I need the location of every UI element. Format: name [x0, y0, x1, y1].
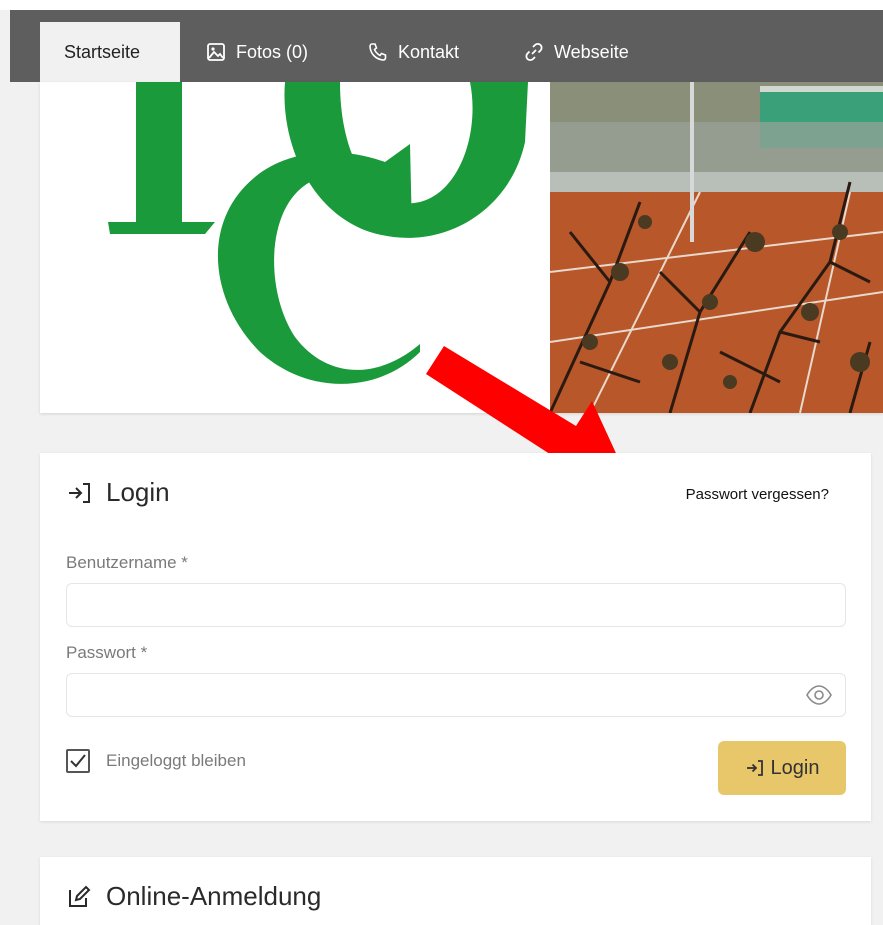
password-label: Passwort * [66, 643, 148, 662]
login-title: Login [106, 477, 170, 507]
top-navbar: Startseite Fotos (0) Kontakt Webseite [10, 10, 883, 82]
top-strip [0, 0, 883, 10]
tab-label: Webseite [554, 41, 629, 62]
login-icon [746, 760, 763, 776]
login-card: Login Passwort vergessen? Benutzername *… [40, 453, 871, 821]
remember-me[interactable]: Eingeloggt bleiben [66, 749, 246, 773]
tab-fotos[interactable]: Fotos (0) [206, 22, 308, 82]
tab-label: Fotos (0) [236, 41, 309, 62]
online-registration-card: Online-Anmeldung [40, 857, 871, 925]
login-button[interactable]: Login [718, 741, 846, 795]
image-icon [207, 43, 225, 61]
link-icon [525, 42, 543, 62]
tab-startseite[interactable]: Startseite [40, 22, 180, 82]
registration-title: Online-Anmeldung [106, 881, 322, 911]
tab-webseite[interactable]: Webseite [524, 22, 629, 82]
checkmark-icon [70, 754, 86, 768]
tab-kontakt[interactable]: Kontakt [368, 22, 459, 82]
tab-label: Kontakt [398, 41, 460, 62]
edit-icon [69, 885, 91, 907]
login-heading: Login [66, 477, 170, 508]
phone-icon [369, 43, 387, 61]
login-button-label: Login [770, 756, 820, 779]
username-label: Benutzername * [66, 553, 188, 572]
username-input[interactable] [66, 583, 846, 627]
forgot-password-link[interactable]: Passwort vergessen? [686, 486, 829, 503]
show-password-eye-icon[interactable] [806, 685, 832, 705]
registration-heading[interactable]: Online-Anmeldung [66, 881, 321, 912]
remember-label: Eingeloggt bleiben [106, 751, 246, 770]
password-input[interactable] [66, 673, 846, 717]
login-icon [69, 482, 90, 503]
remember-checkbox[interactable] [66, 749, 90, 773]
tab-label: Startseite [64, 41, 141, 62]
